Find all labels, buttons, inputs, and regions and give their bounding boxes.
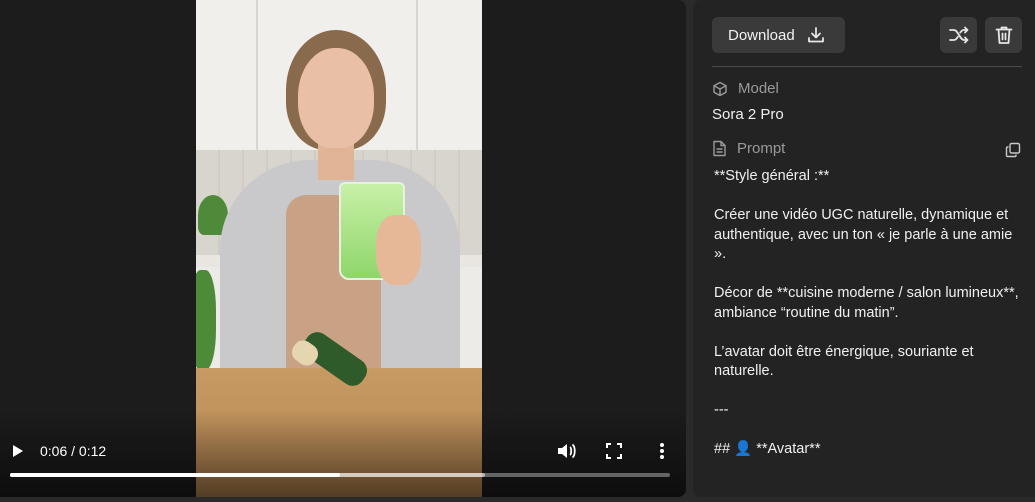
model-label: Model: [738, 80, 779, 97]
more-vertical-icon: [660, 443, 664, 459]
document-icon: [713, 140, 726, 157]
play-icon: [13, 445, 23, 457]
more-options-button[interactable]: [650, 440, 674, 462]
volume-button[interactable]: [554, 440, 578, 462]
person-face: [298, 48, 374, 148]
trash-icon: [995, 26, 1012, 44]
prompt-text[interactable]: **Style général :** Créer une vidéo UGC …: [714, 167, 1019, 479]
prompt-label: Prompt: [737, 140, 786, 157]
person-hand: [376, 215, 421, 285]
delete-button[interactable]: [985, 17, 1022, 53]
cube-icon: [713, 81, 727, 96]
play-button[interactable]: [6, 440, 30, 462]
plant: [196, 270, 216, 370]
download-icon: [807, 27, 824, 43]
download-label: Download: [728, 26, 795, 44]
video-player[interactable]: 0:06 / 0:12: [0, 0, 686, 497]
progress-played: [10, 473, 340, 477]
panel-bottom-edge: [693, 478, 1035, 497]
copy-prompt-button[interactable]: [1004, 141, 1022, 159]
divider: [712, 66, 1022, 67]
download-button[interactable]: Download: [712, 17, 845, 53]
details-panel: Download Model Sora 2 Pro Prompt **Style…: [693, 0, 1035, 497]
cabinet-line: [416, 0, 418, 150]
fullscreen-icon: [606, 443, 622, 459]
copy-icon: [1005, 142, 1021, 158]
fullscreen-button[interactable]: [602, 440, 626, 462]
volume-icon: [558, 443, 576, 459]
time-display: 0:06 / 0:12: [40, 443, 107, 459]
model-field-label: Model: [712, 80, 779, 97]
shuffle-button[interactable]: [940, 17, 977, 53]
shuffle-icon: [948, 26, 968, 44]
progress-bar[interactable]: [10, 473, 670, 477]
prompt-field-label: Prompt: [712, 140, 785, 157]
cabinet-line: [256, 0, 258, 150]
model-value: Sora 2 Pro: [712, 106, 784, 123]
